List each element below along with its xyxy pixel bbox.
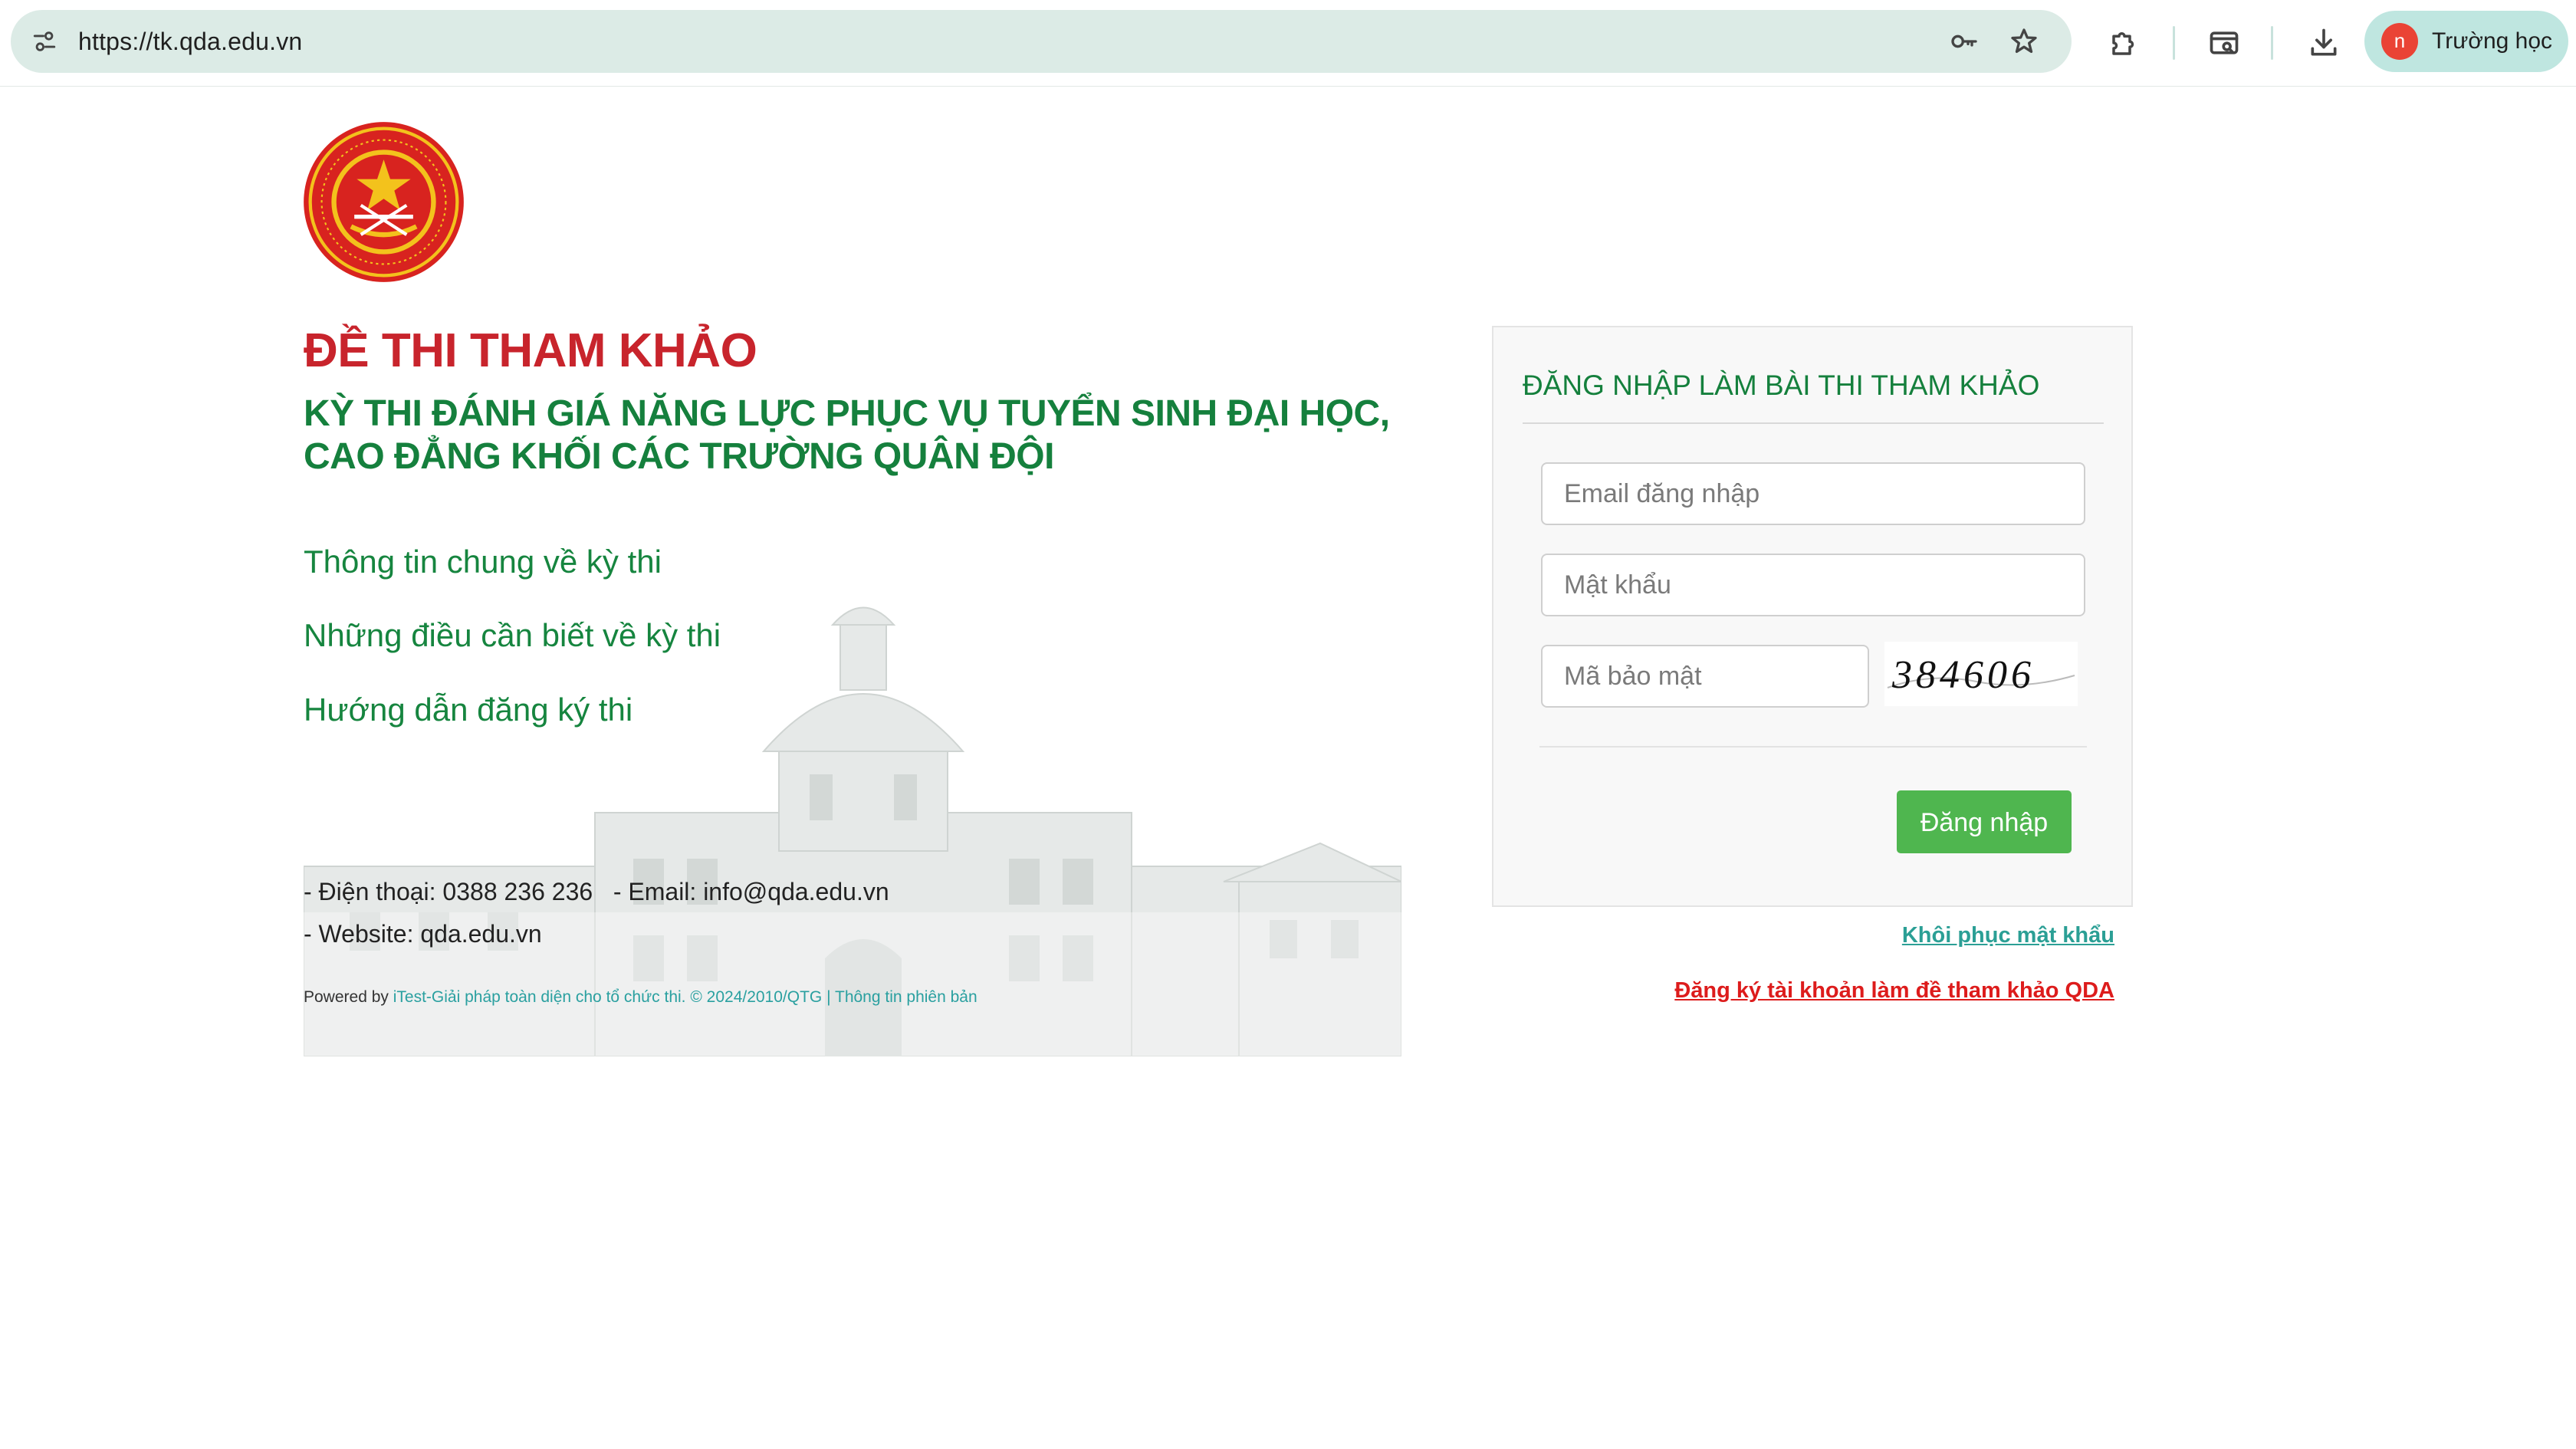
toolbar-separator: [2271, 26, 2273, 60]
login-panel: ĐĂNG NHẬP LÀM BÀI THI THAM KHẢO 384606 Đ…: [1492, 326, 2133, 907]
toolbar-separator: [2173, 26, 2175, 60]
contact-phone-email: - Điện thoại: 0388 236 236 - Email: info…: [304, 878, 889, 905]
login-form-divider: [1539, 746, 2087, 748]
info-link-registration-guide[interactable]: Hướng dẫn đăng ký thi: [304, 689, 632, 731]
download-icon[interactable]: [2305, 24, 2343, 62]
login-title: ĐĂNG NHẬP LÀM BÀI THI THAM KHẢO: [1523, 370, 2040, 401]
powered-by-footer: Powered by iTest-Giải pháp toàn diện cho…: [304, 986, 978, 1009]
recover-password-link[interactable]: Khôi phục mật khẩu: [1902, 920, 2114, 951]
avatar: n: [2381, 23, 2418, 60]
contact-website: - Website: qda.edu.vn: [304, 920, 542, 948]
site-info-icon[interactable]: [28, 25, 61, 58]
login-title-divider: [1523, 422, 2104, 424]
profile-name: Trường học: [2432, 28, 2553, 54]
info-link-need-to-know[interactable]: Những điều cần biết về kỳ thi: [304, 615, 721, 656]
captcha-image: 384606: [1884, 642, 2078, 706]
login-button[interactable]: Đăng nhập: [1897, 790, 2072, 853]
password-input[interactable]: [1541, 554, 2085, 616]
tab-search-icon[interactable]: [2205, 24, 2243, 62]
captcha-input[interactable]: [1541, 645, 1869, 708]
key-icon[interactable]: [1947, 25, 1981, 58]
browser-toolbar: https://tk.qda.edu.vn n Trường học: [0, 0, 2576, 87]
page-subtitle: KỲ THI ĐÁNH GIÁ NĂNG LỰC PHỤC VỤ TUYỂN S…: [304, 393, 1390, 478]
email-input[interactable]: [1541, 462, 2085, 525]
info-link-general[interactable]: Thông tin chung về kỳ thi: [304, 541, 662, 583]
puzzle-icon[interactable]: [2105, 24, 2144, 62]
powered-link[interactable]: iTest-Giải pháp toàn diện cho tổ chức th…: [393, 988, 978, 1006]
military-emblem-logo: [304, 122, 464, 282]
star-icon[interactable]: [2007, 25, 2041, 58]
register-account-link[interactable]: Đăng ký tài khoản làm đề tham khảo QDA: [1674, 975, 2114, 1006]
profile-button[interactable]: n Trường học: [2364, 11, 2568, 72]
page-title: ĐỀ THI THAM KHẢO: [304, 324, 757, 377]
url-text[interactable]: https://tk.qda.edu.vn: [78, 25, 302, 58]
address-bar[interactable]: https://tk.qda.edu.vn: [11, 10, 2072, 73]
powered-label: Powered by: [304, 988, 393, 1006]
captcha-code: 384606: [1891, 653, 2035, 697]
subtitle-line-2: CAO ĐẲNG KHỐI CÁC TRƯỜNG QUÂN ĐỘI: [304, 436, 1054, 477]
subtitle-line-1: KỲ THI ĐÁNH GIÁ NĂNG LỰC PHỤC VỤ TUYỂN S…: [304, 393, 1390, 434]
